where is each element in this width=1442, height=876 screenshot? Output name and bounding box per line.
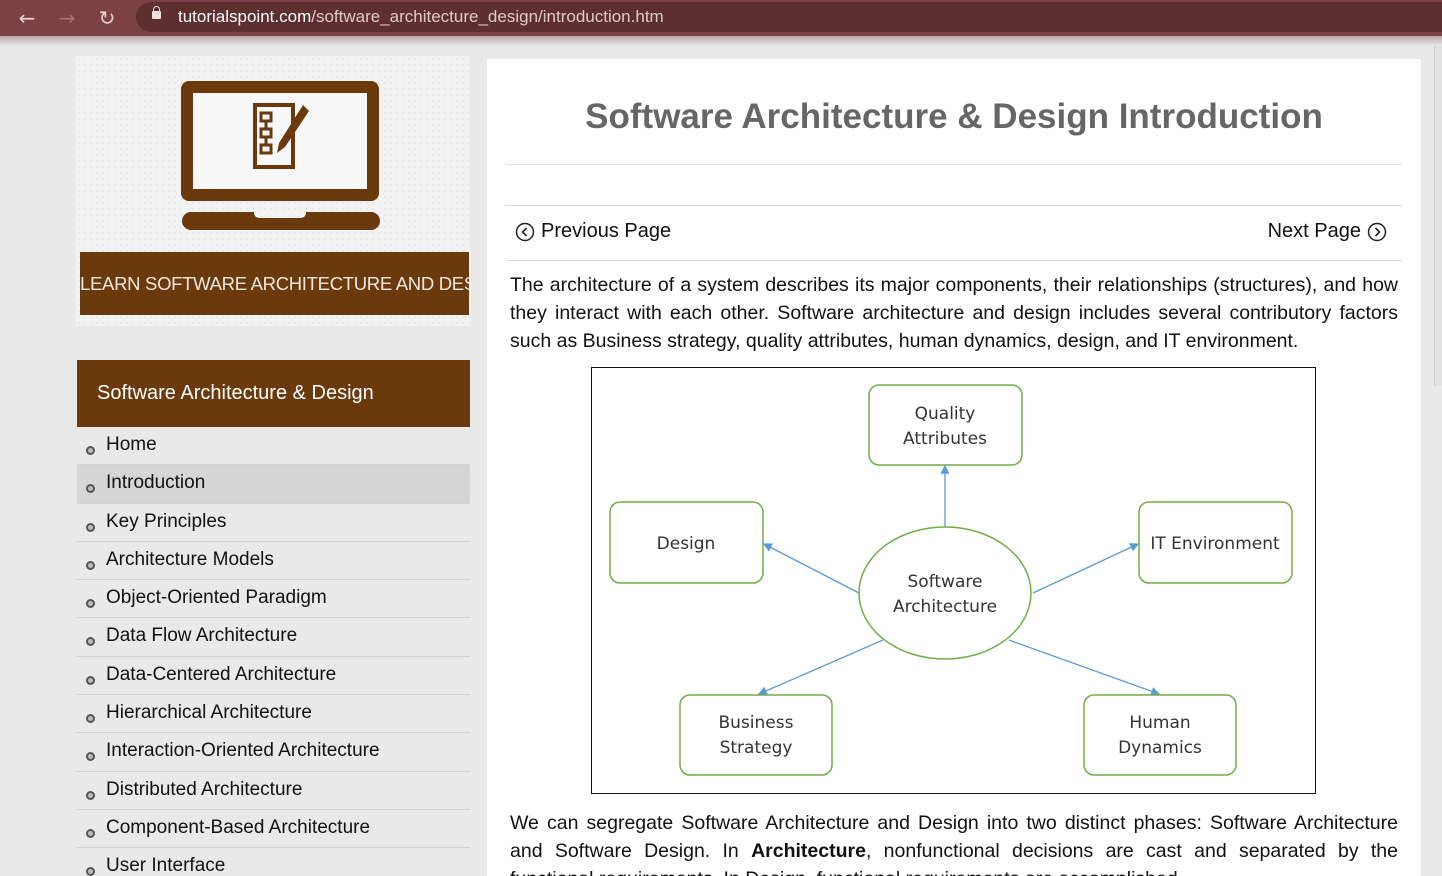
divider <box>506 164 1402 165</box>
laptop-notch <box>254 212 306 218</box>
arrow-to-human <box>1008 639 1161 696</box>
node-business-strategy: Business Strategy <box>679 694 833 776</box>
label-it-environment: IT Environment <box>1150 534 1280 554</box>
bullet-icon <box>86 675 95 685</box>
bullet-icon <box>86 560 95 570</box>
node-human-dynamics: Human Dynamics <box>1083 694 1237 776</box>
tutorial-banner[interactable]: LEARN SOFTWARE ARCHITECTURE AND DESIGN <box>76 56 470 326</box>
laptop-icon <box>181 81 379 201</box>
node-design: Design <box>609 501 764 584</box>
label-human-2: Dynamics <box>1118 738 1202 758</box>
toolbar-shadow <box>0 36 1442 46</box>
label-center-1: Software <box>908 572 983 592</box>
menu-item-interaction-oriented-architecture[interactable]: Interaction-Oriented Architecture <box>77 733 470 772</box>
menu-item-data-centered-architecture[interactable]: Data-Centered Architecture <box>77 657 470 696</box>
menu-item-distributed-architecture[interactable]: Distributed Architecture <box>77 772 470 810</box>
menu-item-introduction[interactable]: Introduction <box>77 465 470 504</box>
arrow-to-design <box>762 543 860 594</box>
url-text: tutorialspoint.com/software_architecture… <box>178 7 664 26</box>
menu-item-object-oriented-paradigm[interactable]: Object-Oriented Paradigm <box>77 580 470 619</box>
divider <box>506 205 1402 206</box>
reload-button[interactable]: ↻ <box>92 3 122 33</box>
bullet-icon <box>86 752 95 762</box>
bullet-icon <box>86 522 95 532</box>
label-quality-1: Quality <box>915 404 976 424</box>
intro-paragraph: The architecture of a system describes i… <box>510 274 1398 352</box>
banner-text: LEARN SOFTWARE ARCHITECTURE AND DESIGN <box>80 252 469 315</box>
bullet-icon <box>86 790 95 800</box>
label-human-1: Human <box>1129 713 1190 733</box>
menu-item-component-based-architecture[interactable]: Component-Based Architecture <box>77 810 470 849</box>
bullet-icon <box>86 484 95 494</box>
menu-item-hierarchical-architecture[interactable]: Hierarchical Architecture <box>77 695 470 734</box>
menu-item-data-flow-architecture[interactable]: Data Flow Architecture <box>77 618 470 657</box>
menu-title: Software Architecture & Design <box>77 360 470 427</box>
main-content: Software Architecture & Design Introduct… <box>487 59 1421 876</box>
label-business-1: Business <box>719 713 794 733</box>
bullet-icon <box>86 637 95 647</box>
menu-item-key-principles[interactable]: Key Principles <box>77 504 470 542</box>
bullet-icon <box>86 599 95 609</box>
page-scrollbar[interactable] <box>1434 46 1442 386</box>
previous-page-link[interactable]: Previous Page <box>515 220 671 243</box>
arrow-to-it-environment <box>1032 543 1140 594</box>
back-button[interactable]: ← <box>12 3 42 33</box>
phases-paragraph: We can segregate Software Architecture a… <box>510 812 1398 876</box>
document-edit-icon <box>253 103 309 169</box>
node-it-environment: IT Environment <box>1138 501 1293 584</box>
tutorial-menu: Home Introduction Key Principles Archite… <box>77 427 470 876</box>
label-center-2: Architecture <box>893 597 997 617</box>
node-software-architecture: Software Architecture <box>858 526 1032 660</box>
diagram-svg: Quality Attributes Design IT Environment… <box>609 384 1293 776</box>
chevron-left-circle-icon <box>515 222 535 241</box>
browser-toolbar: ← → ↻ tutorialspoint.com/software_archit… <box>0 0 1442 36</box>
node-quality-attributes: Quality Attributes <box>868 384 1023 466</box>
architecture-diagram: Quality Attributes Design IT Environment… <box>591 367 1316 794</box>
forward-button[interactable]: → <box>52 3 82 33</box>
menu-item-user-interface[interactable]: User Interface <box>77 848 470 876</box>
bullet-icon <box>86 446 95 455</box>
page-title: Software Architecture & Design Introduct… <box>585 97 1323 136</box>
lock-icon <box>152 6 161 19</box>
chevron-right-circle-icon <box>1367 222 1387 241</box>
bullet-icon <box>86 714 95 724</box>
sidebar: LEARN SOFTWARE ARCHITECTURE AND DESIGN S… <box>76 56 470 876</box>
label-quality-2: Attributes <box>903 429 987 449</box>
label-design: Design <box>657 534 716 554</box>
divider <box>506 260 1402 261</box>
bullet-icon <box>86 867 95 876</box>
next-page-link[interactable]: Next Page <box>1268 220 1387 243</box>
menu-item-home[interactable]: Home <box>77 427 470 466</box>
menu-item-architecture-models[interactable]: Architecture Models <box>77 542 470 581</box>
bullet-icon <box>86 828 95 838</box>
arrow-to-business <box>757 639 884 696</box>
address-bar[interactable]: tutorialspoint.com/software_architecture… <box>136 2 1442 32</box>
label-business-2: Strategy <box>720 738 793 758</box>
